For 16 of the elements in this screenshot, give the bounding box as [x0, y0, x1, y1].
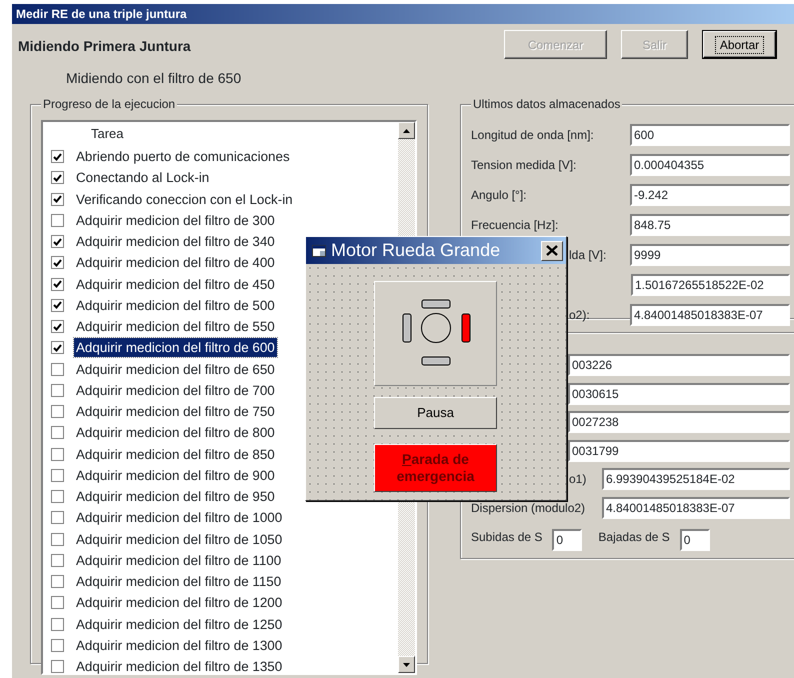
dialog-title: Motor Rueda Grande [331, 239, 502, 262]
field-label: o1) [569, 471, 586, 488]
field-label: lda [V]: [569, 247, 606, 264]
field-label: Bajadas de S [598, 529, 670, 546]
field-label: Tension medida [V]: [471, 157, 576, 174]
field-label: o2): [569, 307, 590, 324]
column-header: Tarea [91, 126, 124, 141]
heading: Midiendo Primera Juntura [18, 37, 191, 56]
field-label: Subidas de S [471, 529, 542, 546]
field-label: Dispersion (modulo2) [471, 500, 586, 516]
window-title: Medir RE de una triple juntura [12, 4, 794, 24]
field-label: Frecuencia [Hz]: [471, 217, 558, 234]
field-label: Longitud de onda [nm]: [471, 127, 594, 144]
group-title: Progreso de la ejecucion [41, 96, 178, 112]
field-label: Angulo [°]: [471, 187, 526, 204]
status-text: Midiendo con el filtro de 650 [66, 69, 242, 88]
